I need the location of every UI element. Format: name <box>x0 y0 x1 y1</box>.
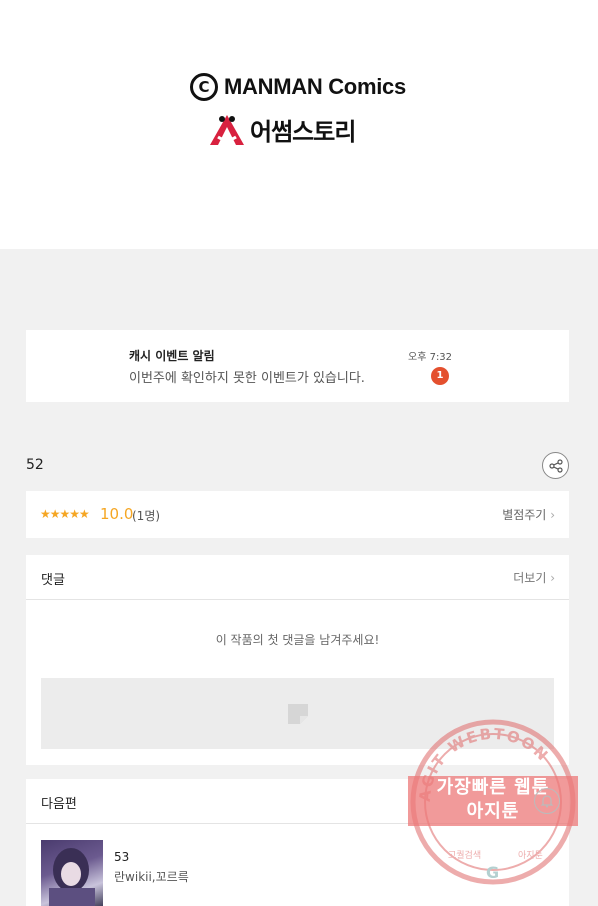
rate-button-label: 별점주기 <box>502 508 547 522</box>
next-episode-number[interactable]: 53 <box>114 850 129 864</box>
comments-section: 댓글 더보기 › 이 작품의 첫 댓글을 남겨주세요! <box>26 555 569 765</box>
comments-title: 댓글 <box>41 573 65 588</box>
more-label: 더보기 <box>513 571 547 585</box>
bell-icon <box>540 795 554 808</box>
rating-score: 10.0 <box>100 505 134 523</box>
rate-button[interactable]: 별점주기 › <box>502 506 555 523</box>
next-episode-section: 다음편 53 란wikii,꼬르륵 <box>26 779 569 906</box>
next-header: 다음편 <box>26 779 569 824</box>
manman-logo: C MANMAN Comics <box>190 73 406 101</box>
notice-badge: 1 <box>431 367 449 385</box>
notification-bell-button[interactable] <box>534 788 560 814</box>
empty-comments-message: 이 작품의 첫 댓글을 남겨주세요! <box>215 633 380 647</box>
chevron-right-icon: › <box>550 508 555 522</box>
next-episode-author: 란wikii,꼬르륵 <box>114 870 189 884</box>
next-title: 다음편 <box>41 797 77 812</box>
next-episode-thumbnail[interactable] <box>41 840 103 906</box>
awesome-story-logo: 어썸스토리 <box>208 112 356 147</box>
comments-header: 댓글 더보기 › <box>26 555 569 600</box>
share-icon <box>548 458 563 473</box>
notice-time: 오후 7:32 <box>408 352 453 363</box>
star-rating-icons: ★★★★★ <box>40 507 90 521</box>
awesome-a-logo-icon <box>208 113 246 147</box>
image-placeholder-icon <box>287 703 308 724</box>
rating-card: ★★★★★ 10.0 (1명) 별점주기 › <box>26 491 569 538</box>
notice-body: 이번주에 확인하지 못한 이벤트가 있습니다. <box>129 371 365 386</box>
episode-title: 52 <box>26 457 44 473</box>
copyright-c-icon: C <box>190 73 218 101</box>
ad-placeholder[interactable] <box>41 678 554 749</box>
comments-more-button[interactable]: 더보기 › <box>513 569 555 586</box>
notice-title: 캐시 이벤트 알림 <box>129 349 215 363</box>
chevron-right-icon: › <box>550 571 555 585</box>
story-name: 어썸스토리 <box>250 118 356 146</box>
rating-count: (1명) <box>132 509 161 523</box>
brand-name: MANMAN Comics <box>224 74 406 99</box>
share-button[interactable] <box>542 452 569 479</box>
cash-event-notice[interactable]: 캐시 이벤트 알림 이번주에 확인하지 못한 이벤트가 있습니다. 오후 7:3… <box>26 330 569 402</box>
top-banner: C MANMAN Comics 어썸스토리 <box>0 0 598 249</box>
